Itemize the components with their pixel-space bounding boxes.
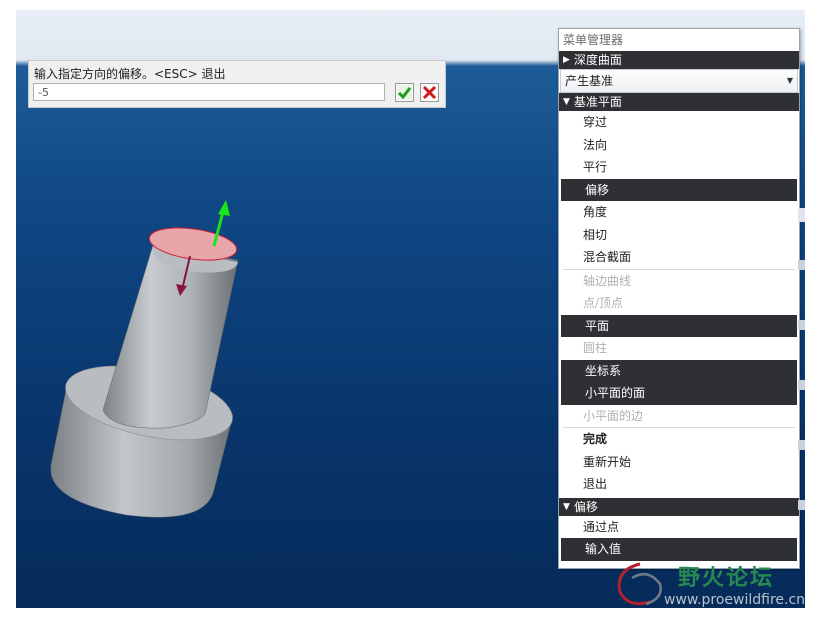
prompt-message: 输入指定方向的偏移。<ESC> 退出 — [34, 67, 226, 81]
menu-item[interactable]: 小平面的面 — [561, 382, 797, 405]
datum-plane-options: 穿过 法向 平行 偏移 角度 相切 混合截面轴边曲线点/顶点平面圆柱坐标系 小平面的面小平面的… — [559, 111, 799, 496]
menu-item: 轴边曲线 — [583, 273, 632, 288]
menu-item[interactable]: 平面 — [561, 314, 797, 337]
offset-value-input[interactable] — [33, 83, 385, 101]
offset-options: 通过点 输入值 — [559, 516, 799, 561]
menu-title: 菜单管理器 — [563, 33, 624, 47]
section-label: 深度曲面 — [573, 53, 622, 67]
triangle-down-icon: ▼ — [563, 97, 570, 107]
menu-item[interactable]: 相切 — [559, 224, 799, 247]
menu-item[interactable]: 混合截面 — [559, 246, 799, 269]
section-datum-plane[interactable]: ▼ 基准平面 — [559, 93, 799, 111]
menu-item[interactable]: 完成 — [559, 428, 799, 451]
menu-item: 点/顶点 — [583, 296, 624, 310]
menu-item[interactable]: 退出 — [559, 473, 799, 496]
message-prompt: 输入指定方向的偏移。<ESC> 退出 — [28, 60, 446, 108]
watermark-name: 野火论坛 — [678, 566, 775, 591]
menu-item[interactable]: 偏移 — [561, 178, 797, 201]
side-toolbar-strip — [798, 208, 805, 510]
watermark-url: www.proewildfire.cn — [664, 592, 806, 608]
triangle-down-icon: ▼ — [563, 501, 570, 512]
menu-item[interactable]: 角度 — [559, 201, 799, 224]
menu-item: 小平面的边 — [583, 408, 644, 423]
create-datum-dropdown[interactable]: 产生基准 ▼ — [560, 69, 798, 93]
menu-item[interactable]: 坐标系 — [561, 359, 797, 382]
menu-item[interactable]: 法向 — [559, 134, 799, 157]
menu-manager: 菜单管理器 ▶ 深度曲面 产生基准 ▼ ▼ 基准平面 穿过 法向 平行 偏移 角度 相切混… — [558, 28, 800, 569]
menu-item[interactable]: 平行 — [559, 156, 799, 179]
section-label: 偏移 — [573, 499, 598, 514]
forum-watermark: 野火论坛 www.proewildfire.cn — [610, 556, 810, 612]
forum-logo-icon — [617, 562, 662, 606]
cancel-button[interactable] — [420, 83, 439, 102]
menu-item[interactable]: 穿过 — [559, 111, 799, 134]
section-depth-surface[interactable]: ▶ 深度曲面 — [559, 51, 799, 69]
accept-button[interactable] — [395, 83, 414, 102]
triangle-right-icon: ▶ — [563, 55, 570, 65]
menu-item[interactable]: 通过点 — [559, 516, 799, 539]
red-x-icon — [422, 85, 437, 100]
green-check-icon — [397, 85, 412, 100]
section-offset[interactable]: ▼ 偏移 — [559, 497, 799, 516]
menu-item: 圆柱 — [583, 341, 608, 355]
menu-item[interactable]: 重新开始 — [559, 451, 799, 474]
section-label: 基准平面 — [573, 95, 622, 109]
dropdown-value: 产生基准 — [565, 74, 614, 88]
chevron-down-icon: ▼ — [786, 76, 793, 85]
